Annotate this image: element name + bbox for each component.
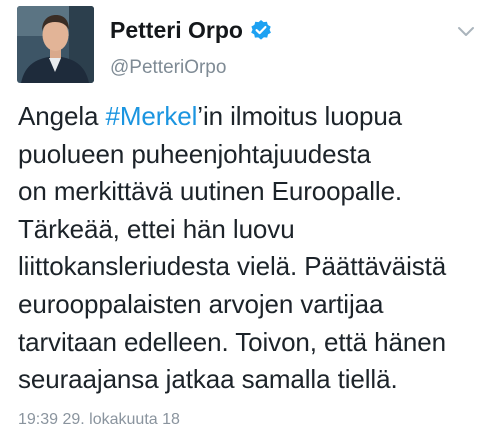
tweet-text: Angela #Merkel’in ilmoitus luopua puolue… xyxy=(18,98,493,399)
verified-badge-icon xyxy=(250,19,272,41)
handle[interactable]: @PetteriOrpo xyxy=(110,57,272,79)
tweet-text-segment: Angela xyxy=(18,101,106,131)
chevron-down-icon[interactable] xyxy=(456,25,476,39)
author-block: Petteri Orpo @PetteriOrpo xyxy=(110,16,272,79)
tweet-line: seuraajansa jatkaa samalla tiellä. xyxy=(18,364,398,395)
tweet-line-1: Angela #Merkel’in ilmoitus luopua xyxy=(18,98,493,136)
tweet-line: Tärkeää, ettei hän luovu xyxy=(18,213,295,244)
tweet-line: liittokansleriudesta vielä. Päättäväistä xyxy=(18,251,447,282)
tweet-line: eurooppalaisten arvojen vartijaa xyxy=(18,288,384,319)
display-name[interactable]: Petteri Orpo xyxy=(110,16,243,44)
tweet-text-segment: ’in ilmoitus luopua xyxy=(197,101,403,131)
tweet-line: puolueen puheenjohtajuudesta xyxy=(18,138,371,169)
timestamp[interactable]: 19:39 29. lokakuuta 18 xyxy=(18,410,180,430)
hashtag-link[interactable]: #Merkel xyxy=(105,101,197,131)
tweet-line: tarvitaan edelleen. Toivon, että hänen xyxy=(18,326,446,357)
avatar[interactable] xyxy=(17,6,94,83)
tweet: Petteri Orpo @PetteriOrpo Angela #Merkel… xyxy=(0,0,499,442)
name-row: Petteri Orpo xyxy=(110,16,272,44)
tweet-line: on merkittävä uutinen Euroopalle. xyxy=(18,176,403,207)
